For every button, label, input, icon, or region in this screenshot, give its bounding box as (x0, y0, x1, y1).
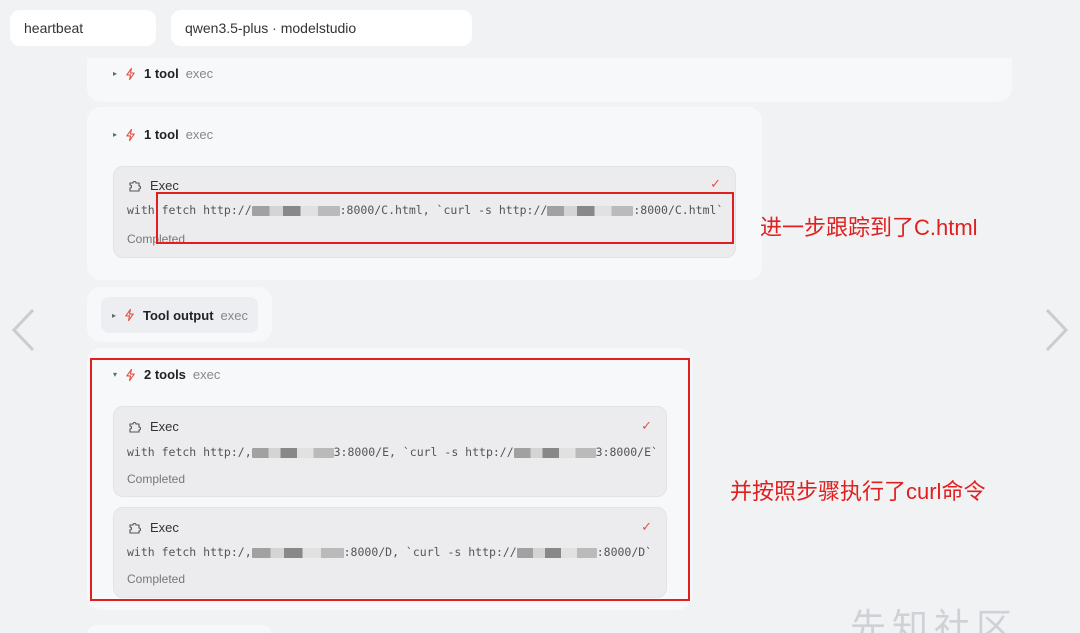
tool-output-title: Tool output (143, 307, 214, 323)
caret-icon: ▸ (113, 130, 118, 139)
tool-group-name: exec (185, 127, 214, 142)
tool-group-card (87, 58, 1012, 102)
tool-group-card (87, 625, 272, 633)
model-pill[interactable]: qwen3.5-plus · modelstudio (171, 10, 472, 46)
chevron-left-icon[interactable] (8, 300, 38, 360)
tool-group-title: 1 tool (144, 127, 179, 142)
tool-output-header[interactable]: ▸ Tool output exec (101, 297, 258, 333)
puzzle-icon (129, 180, 141, 192)
check-icon: ✓ (710, 176, 721, 191)
caret-icon: ▸ (113, 69, 118, 78)
chevron-right-icon[interactable] (1042, 300, 1072, 360)
annotation-text: 并按照步骤执行了curl命令 (730, 479, 986, 504)
tool-group-name: exec (185, 66, 214, 81)
watermark-logo: 先知社区 (850, 606, 1019, 633)
tool-group-header[interactable]: ▸ 1 tool exec (113, 127, 213, 142)
bolt-icon (126, 67, 135, 80)
tool-output-name: exec (220, 307, 248, 323)
agent-pill[interactable]: heartbeat (10, 10, 156, 46)
tool-group-title: 1 tool (144, 66, 179, 81)
tool-group-header[interactable]: ▸ 1 tool exec (113, 66, 213, 81)
bolt-icon (126, 128, 135, 141)
bolt-icon (125, 308, 134, 322)
highlight-box (156, 192, 734, 244)
exec-header: Exec (128, 178, 179, 193)
exec-title: Exec (150, 178, 179, 193)
caret-icon: ▸ (112, 310, 117, 320)
annotation-text: 进一步跟踪到了C.html (760, 215, 978, 240)
highlight-box (90, 358, 690, 601)
